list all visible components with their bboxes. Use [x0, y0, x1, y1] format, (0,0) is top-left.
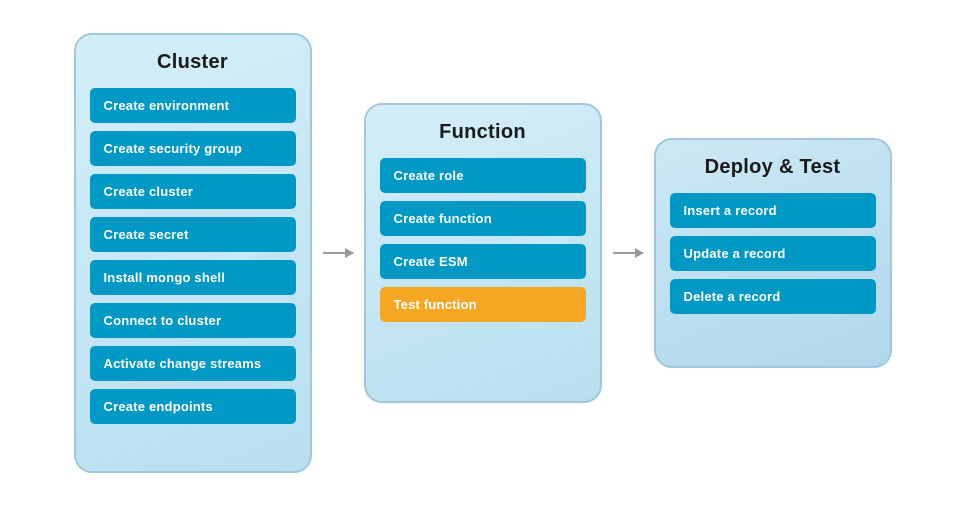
arrow-1	[312, 252, 364, 254]
deploy-panel: Deploy & Test Insert a record Update a re…	[654, 138, 892, 368]
cluster-item-3[interactable]: Create secret	[90, 217, 296, 252]
deploy-item-2[interactable]: Delete a record	[670, 279, 876, 314]
function-items: Create role Create function Create ESM Test…	[380, 158, 586, 322]
cluster-item-1[interactable]: Create security group	[90, 131, 296, 166]
cluster-item-4[interactable]: Install mongo shell	[90, 260, 296, 295]
cluster-item-2[interactable]: Create cluster	[90, 174, 296, 209]
cluster-items: Create environment Create security group C…	[90, 88, 296, 424]
deploy-item-0[interactable]: Insert a record	[670, 193, 876, 228]
arrow-2	[602, 252, 654, 254]
cluster-panel: Cluster Create environment Create securit…	[74, 33, 312, 473]
diagram-container: Cluster Create environment Create securit…	[0, 0, 965, 505]
cluster-item-6[interactable]: Activate change streams	[90, 346, 296, 381]
arrow-line-2	[613, 252, 643, 254]
cluster-title: Cluster	[157, 51, 228, 74]
cluster-item-7[interactable]: Create endpoints	[90, 389, 296, 424]
function-item-2[interactable]: Create ESM	[380, 244, 586, 279]
arrow-line-1	[323, 252, 353, 254]
deploy-items: Insert a record Update a record Delete a r…	[670, 193, 876, 314]
function-item-0[interactable]: Create role	[380, 158, 586, 193]
deploy-item-1[interactable]: Update a record	[670, 236, 876, 271]
cluster-item-0[interactable]: Create environment	[90, 88, 296, 123]
function-item-3[interactable]: Test function	[380, 287, 586, 322]
cluster-item-5[interactable]: Connect to cluster	[90, 303, 296, 338]
function-item-1[interactable]: Create function	[380, 201, 586, 236]
function-panel: Function Create roleCreate functionCreat…	[364, 103, 602, 403]
deploy-title: Deploy & Test	[705, 156, 841, 179]
function-title: Function	[439, 121, 526, 144]
